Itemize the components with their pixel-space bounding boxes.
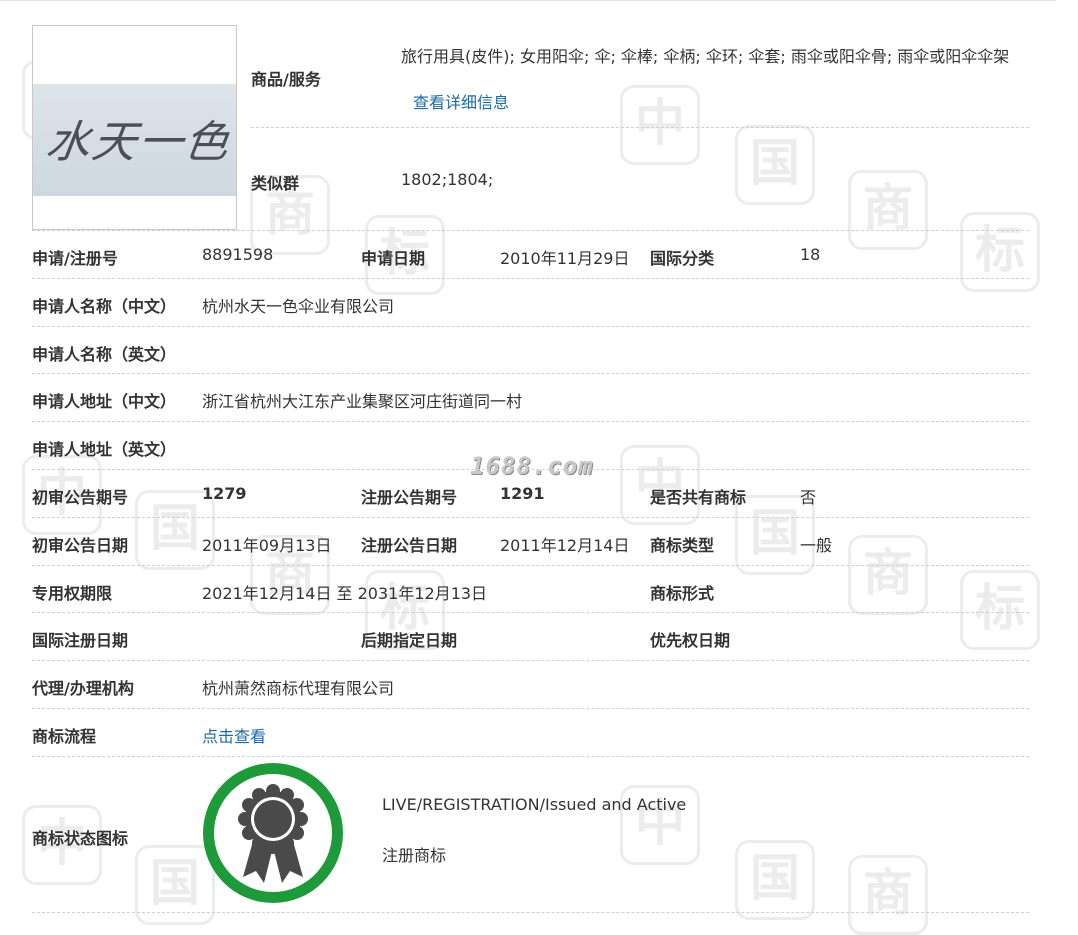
trademark-detail: 水天一色 商品/服务 旅行用具(皮件); 女用阳伞; 伞; 伞棒; 伞柄; 伞环… xyxy=(0,0,1078,932)
applicant-cn-value: 杭州水天一色伞业有限公司 xyxy=(202,297,395,316)
shared-value: 否 xyxy=(800,488,817,507)
address-cn-label: 申请人地址（中文） xyxy=(32,392,177,411)
goods-value: 旅行用具(皮件); 女用阳伞; 伞; 伞棒; 伞柄; 伞环; 伞套; 雨伞或阳伞… xyxy=(401,47,1010,66)
apply-date-value: 2010年11月29日 xyxy=(500,249,630,268)
divider xyxy=(32,326,1029,327)
divider xyxy=(32,565,1029,566)
divider xyxy=(32,612,1029,613)
tm-form-label: 商标形式 xyxy=(650,584,715,603)
status-cn-text: 注册商标 xyxy=(382,846,447,865)
divider xyxy=(32,421,1029,422)
tm-type-label: 商标类型 xyxy=(650,536,715,555)
exclusive-period-value: 2021年12月14日 至 2031年12月13日 xyxy=(202,584,488,603)
agent-value: 杭州萧然商标代理有限公司 xyxy=(202,679,395,698)
ribbon-medal-icon xyxy=(238,784,308,883)
reg-pub-date-label: 注册公告日期 xyxy=(361,536,458,555)
prelim-pub-no-value: 1279 xyxy=(202,484,247,503)
status-en-text: LIVE/REGISTRATION/Issued and Active xyxy=(382,795,687,814)
similar-group-value: 1802;1804; xyxy=(401,170,494,189)
applicant-cn-label: 申请人名称（中文） xyxy=(32,297,177,316)
address-en-label: 申请人地址（英文） xyxy=(32,440,177,459)
divider xyxy=(32,230,1029,231)
divider xyxy=(32,660,1029,661)
goods-detail-link[interactable]: 查看详细信息 xyxy=(413,89,509,113)
address-cn-value: 浙江省杭州大江东产业集聚区河庄街道同一村 xyxy=(202,392,523,411)
reg-no-label: 申请/注册号 xyxy=(32,249,118,268)
goods-label: 商品/服务 xyxy=(251,70,321,89)
trademark-image-text: 水天一色 xyxy=(42,117,234,168)
process-label: 商标流程 xyxy=(32,727,97,746)
process-view-link[interactable]: 点击查看 xyxy=(202,723,266,747)
prelim-pub-date-value: 2011年09月13日 xyxy=(202,536,332,555)
intl-class-label: 国际分类 xyxy=(650,249,715,268)
divider xyxy=(32,756,1029,757)
divider xyxy=(32,373,1029,374)
reg-pub-no-value: 1291 xyxy=(500,484,545,503)
priority-date-label: 优先权日期 xyxy=(650,631,731,650)
agent-label: 代理/办理机构 xyxy=(32,679,134,698)
status-icon-label: 商标状态图标 xyxy=(32,829,129,848)
reg-no-value: 8891598 xyxy=(202,245,274,264)
prelim-pub-date-label: 初审公告日期 xyxy=(32,536,129,555)
reg-pub-no-label: 注册公告期号 xyxy=(361,488,458,507)
divider xyxy=(32,469,1029,470)
divider xyxy=(32,708,1029,709)
divider xyxy=(32,912,1029,913)
divider xyxy=(32,278,1029,279)
intl-reg-date-label: 国际注册日期 xyxy=(32,631,129,650)
registered-seal-icon xyxy=(203,763,343,903)
prelim-pub-no-label: 初审公告期号 xyxy=(32,488,129,507)
divider xyxy=(32,517,1029,518)
divider xyxy=(251,127,1029,128)
trademark-image: 水天一色 xyxy=(32,25,237,230)
tm-type-value: 一般 xyxy=(800,536,833,555)
reg-pub-date-value: 2011年12月14日 xyxy=(500,536,630,555)
apply-date-label: 申请日期 xyxy=(361,249,426,268)
later-designation-date-label: 后期指定日期 xyxy=(361,631,458,650)
shared-label: 是否共有商标 xyxy=(650,488,747,507)
similar-group-label: 类似群 xyxy=(251,174,300,193)
intl-class-value: 18 xyxy=(800,245,821,264)
applicant-en-label: 申请人名称（英文） xyxy=(32,345,177,364)
exclusive-period-label: 专用权期限 xyxy=(32,584,113,603)
